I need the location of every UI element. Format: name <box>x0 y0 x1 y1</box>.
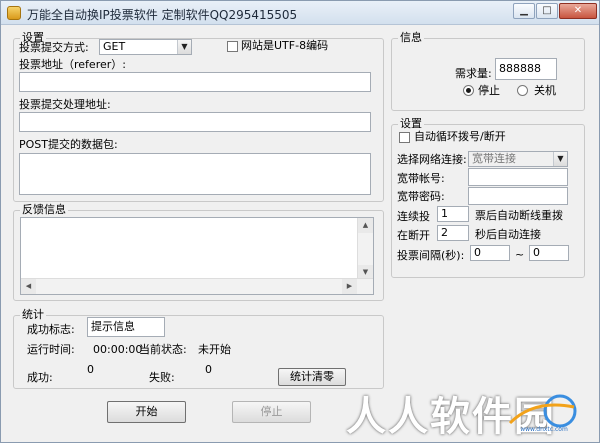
minimize-icon: ▁ <box>520 5 528 16</box>
scroll-up-icon[interactable]: ▲ <box>358 218 373 233</box>
method-select[interactable]: GET ▼ <box>99 39 192 55</box>
account-input[interactable] <box>468 168 568 186</box>
handler-input[interactable] <box>19 112 371 132</box>
auto-dial-checkbox[interactable] <box>399 132 410 143</box>
chevron-down-icon[interactable]: ▼ <box>177 40 191 54</box>
scroll-right-icon[interactable]: ▶ <box>342 279 357 294</box>
account-label: 宽带帐号: <box>397 172 445 185</box>
scroll-left-icon[interactable]: ◀ <box>21 279 36 294</box>
required-input[interactable]: 888888 <box>495 58 557 80</box>
fail-value: 0 <box>205 363 212 376</box>
interval-max-input[interactable]: 0 <box>529 245 569 261</box>
radio-shutdown-label: 关机 <box>534 84 556 97</box>
minimize-button[interactable]: ▁ <box>513 3 535 19</box>
watermark-logo: www.dnxtc.com <box>508 394 577 433</box>
fail-label: 失败: <box>149 371 175 384</box>
utf8-checkbox[interactable] <box>227 41 238 52</box>
radio-stop-label: 停止 <box>478 84 500 97</box>
connection-select[interactable]: 宽带连接 ▼ <box>468 151 568 167</box>
after-disconnect-input[interactable]: 2 <box>437 225 469 241</box>
after-disconnect-suffix: 秒后自动连接 <box>475 228 541 241</box>
app-icon <box>7 6 21 20</box>
success-flag-input[interactable]: 提示信息 <box>87 317 165 337</box>
interval-label: 投票间隔(秒): <box>397 249 465 262</box>
connection-label: 选择网络连接: <box>397 153 467 166</box>
feedback-vscrollbar[interactable]: ▲ ▼ <box>357 218 373 280</box>
post-data-textarea[interactable] <box>19 153 371 195</box>
interval-min-input[interactable]: 0 <box>470 245 510 261</box>
utf8-label: 网站是UTF-8编码 <box>241 39 329 52</box>
main-window: 万能全自动换IP投票软件 定制软件QQ295415505 ▁ □ ✕ 设置 投票… <box>0 0 600 443</box>
required-label: 需求量: <box>455 67 492 80</box>
close-icon: ✕ <box>573 5 583 16</box>
status-label: 当前状态: <box>139 343 187 356</box>
maximize-button[interactable]: □ <box>536 3 558 19</box>
feedback-hscrollbar[interactable]: ◀ ▶ <box>21 278 373 294</box>
consecutive-label: 连续投 <box>397 210 430 223</box>
consecutive-input[interactable]: 1 <box>437 206 469 222</box>
url-label: 投票地址（referer）: <box>19 58 126 71</box>
method-value: GET <box>103 40 126 53</box>
chevron-down-icon[interactable]: ▼ <box>553 152 567 166</box>
feedback-label: 反馈信息 <box>20 203 68 217</box>
post-label: POST提交的数据包: <box>19 138 118 151</box>
stop-button[interactable]: 停止 <box>232 401 311 423</box>
close-button[interactable]: ✕ <box>559 3 597 19</box>
auto-dial-label: 自动循环拨号/断开 <box>414 130 506 143</box>
watermark-logo-text: www.dnxtc.com <box>520 426 568 433</box>
clear-stats-button[interactable]: 统计清零 <box>278 368 346 386</box>
maximize-icon: □ <box>542 5 552 16</box>
success-flag-label: 成功标志: <box>27 323 75 336</box>
info-label: 信息 <box>398 31 424 45</box>
password-input[interactable] <box>468 187 568 205</box>
run-time-label: 运行时间: <box>27 343 75 356</box>
url-input[interactable] <box>19 72 371 92</box>
stats-label: 统计 <box>20 308 46 322</box>
after-disconnect-label: 在断开 <box>397 229 430 242</box>
success-label: 成功: <box>27 371 53 384</box>
radio-stop[interactable] <box>463 85 474 96</box>
window-title: 万能全自动换IP投票软件 定制软件QQ295415505 <box>27 8 298 22</box>
connection-value: 宽带连接 <box>472 152 516 165</box>
start-button[interactable]: 开始 <box>107 401 186 423</box>
consecutive-suffix: 票后自动断线重拨 <box>475 209 563 222</box>
run-time-value: 00:00:00 <box>93 343 143 356</box>
feedback-textarea[interactable]: ▲ ▼ ◀ ▶ <box>20 217 374 295</box>
radio-shutdown[interactable] <box>517 85 528 96</box>
success-value: 0 <box>87 363 94 376</box>
password-label: 宽带密码: <box>397 190 445 203</box>
interval-separator: ~ <box>515 248 525 261</box>
status-value: 未开始 <box>198 343 231 356</box>
method-label: 投票提交方式: <box>19 41 89 54</box>
handler-label: 投票提交处理地址: <box>19 98 111 111</box>
title-bar: 万能全自动换IP投票软件 定制软件QQ295415505 ▁ □ ✕ <box>1 1 599 25</box>
network-label: 设置 <box>398 117 424 131</box>
